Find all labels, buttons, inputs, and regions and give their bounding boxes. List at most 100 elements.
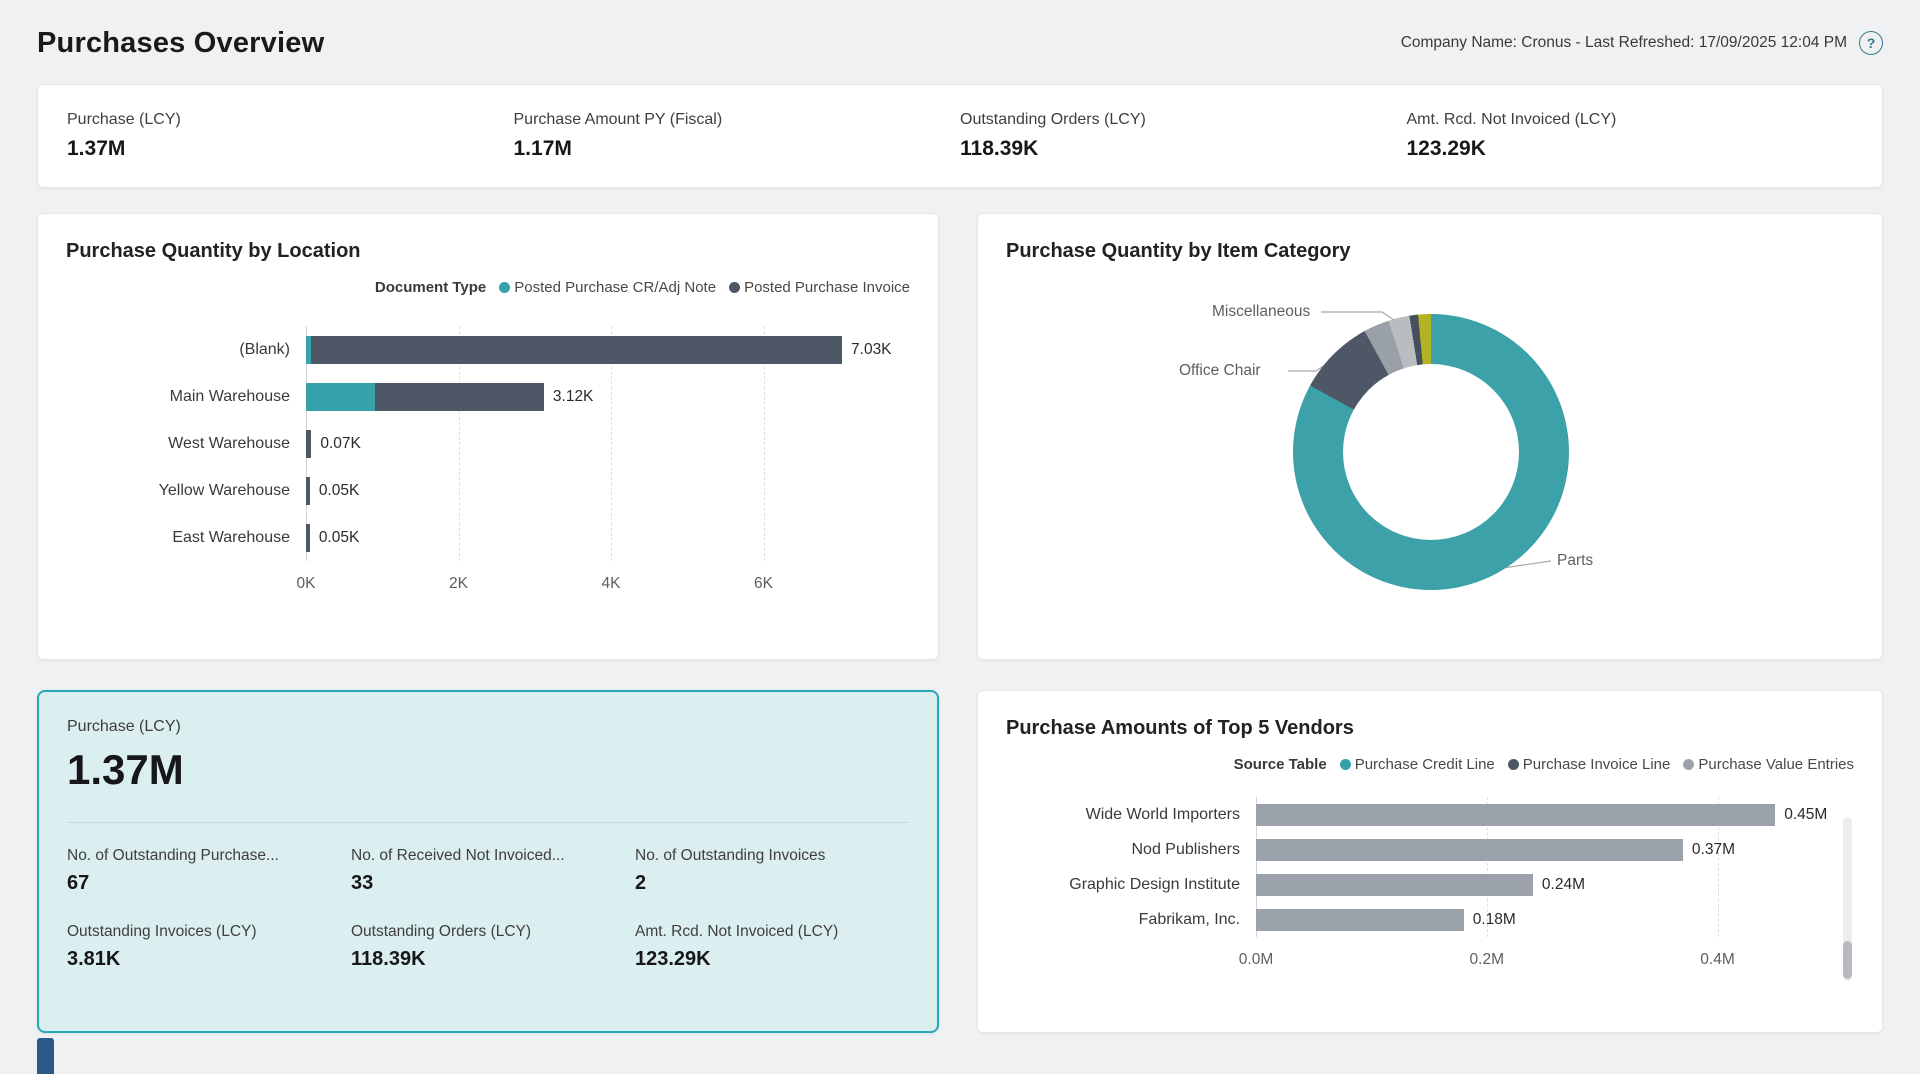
vendors-chart-title: Purchase Amounts of Top 5 Vendors xyxy=(1006,717,1854,740)
bar-segment-invoice[interactable] xyxy=(375,383,544,411)
stat-label: No. of Outstanding Purchase... xyxy=(67,847,337,865)
kpi-outstanding-orders: Outstanding Orders (LCY) 118.39K xyxy=(960,111,1407,161)
legend-item-purchase-value-entries[interactable]: Purchase Value Entries xyxy=(1683,756,1854,773)
donut-label-office-chair: Office Chair xyxy=(1179,362,1261,380)
bar-segment-vendor[interactable] xyxy=(1256,839,1683,861)
kpi-label: Outstanding Orders (LCY) xyxy=(960,111,1407,129)
category-donut-wrap: Miscellaneous Office Chair Parts xyxy=(1006,267,1854,639)
summary-main-value: 1.37M xyxy=(67,746,909,794)
kpi-purchase-amount-py: Purchase Amount PY (Fiscal) 1.17M xyxy=(514,111,961,161)
bar-track: 0.37M xyxy=(1256,839,1735,861)
location-plot-area: (Blank)7.03KMain Warehouse3.12KWest Ware… xyxy=(66,326,910,561)
bar-track: 3.12K xyxy=(306,383,593,411)
summary-main-label: Purchase (LCY) xyxy=(67,718,909,736)
bar-value-label: 0.45M xyxy=(1784,806,1827,824)
donut-hole xyxy=(1343,364,1519,540)
purchases-overview-page: Purchases Overview Company Name: Cronus … xyxy=(0,0,1920,1074)
stat-outstanding-invoices-count: No. of Outstanding Invoices 2 xyxy=(635,847,909,895)
category-label: Yellow Warehouse xyxy=(66,482,306,500)
category-label: (Blank) xyxy=(66,341,306,359)
offscreen-card-fragment xyxy=(37,1038,54,1074)
kpi-summary-card: Purchase (LCY) 1.37M Purchase Amount PY … xyxy=(37,84,1883,188)
category-label: Fabrikam, Inc. xyxy=(1006,911,1256,929)
vendors-plot-area: Wide World Importers0.45MNod Publishers0… xyxy=(1006,797,1854,937)
bar-row: (Blank)7.03K xyxy=(66,326,910,373)
legend-item-purchase-invoice-line[interactable]: Purchase Invoice Line xyxy=(1508,756,1671,773)
bar-value-label: 3.12K xyxy=(553,388,594,406)
kpi-purchase-lcy: Purchase (LCY) 1.37M xyxy=(67,111,514,161)
bar-segment-cr-adj-note[interactable] xyxy=(306,383,375,411)
legend-title: Source Table xyxy=(1234,756,1327,773)
bar-value-label: 0.07K xyxy=(320,435,361,453)
stat-outstanding-purchase-orders: No. of Outstanding Purchase... 67 xyxy=(67,847,351,895)
stat-outstanding-invoices-lcy: Outstanding Invoices (LCY) 3.81K xyxy=(67,923,351,971)
kpi-value: 118.39K xyxy=(960,137,1407,161)
legend-dot-icon xyxy=(1683,759,1694,770)
donut-label-parts: Parts xyxy=(1557,552,1593,570)
vendors-scrollbar[interactable] xyxy=(1843,817,1852,981)
location-legend: Document Type Posted Purchase CR/Adj Not… xyxy=(66,279,910,296)
help-icon[interactable]: ? xyxy=(1859,31,1883,55)
bar-segment-invoice[interactable] xyxy=(311,336,842,364)
purchase-summary-card[interactable]: Purchase (LCY) 1.37M No. of Outstanding … xyxy=(37,690,939,1033)
bar-track: 0.05K xyxy=(306,524,359,552)
bar-row: Main Warehouse3.12K xyxy=(66,373,910,420)
stat-label: No. of Outstanding Invoices xyxy=(635,847,905,865)
location-chart: (Blank)7.03KMain Warehouse3.12KWest Ware… xyxy=(66,326,910,597)
legend-title: Document Type xyxy=(375,279,486,296)
legend-label: Posted Purchase Invoice xyxy=(744,279,910,296)
vendors-chart: Wide World Importers0.45MNod Publishers0… xyxy=(1006,797,1854,973)
legend-item-cr-adj-note[interactable]: Posted Purchase CR/Adj Note xyxy=(499,279,716,296)
kpi-label: Purchase Amount PY (Fiscal) xyxy=(514,111,961,129)
vendors-rows: Wide World Importers0.45MNod Publishers0… xyxy=(1006,797,1854,937)
location-x-axis: 0K2K4K6K xyxy=(306,561,916,597)
dashboard-grid: Purchase Quantity by Location Document T… xyxy=(37,213,1883,1033)
bar-track: 0.18M xyxy=(1256,909,1516,931)
bar-segment-invoice[interactable] xyxy=(306,524,310,552)
category-label: Nod Publishers xyxy=(1006,841,1256,859)
bar-row: Fabrikam, Inc. 0.18M xyxy=(1006,902,1854,937)
vendors-legend: Source Table Purchase Credit Line Purcha… xyxy=(1006,756,1854,773)
category-chart-title: Purchase Quantity by Item Category xyxy=(1006,240,1854,263)
bar-value-label: 0.24M xyxy=(1542,876,1585,894)
bar-segment-invoice[interactable] xyxy=(306,477,310,505)
axis-tick-label: 2K xyxy=(449,575,468,593)
location-chart-card: Purchase Quantity by Location Document T… xyxy=(37,213,939,660)
axis-tick-label: 0.2M xyxy=(1470,951,1504,969)
vendors-chart-card: Purchase Amounts of Top 5 Vendors Source… xyxy=(977,690,1883,1033)
donut-label-miscellaneous: Miscellaneous xyxy=(1212,303,1310,321)
bar-value-label: 0.18M xyxy=(1473,911,1516,929)
bar-row: Wide World Importers0.45M xyxy=(1006,797,1854,832)
stat-received-not-invoiced: No. of Received Not Invoiced... 33 xyxy=(351,847,635,895)
legend-item-purchase-credit-line[interactable]: Purchase Credit Line xyxy=(1340,756,1495,773)
page-title: Purchases Overview xyxy=(37,27,324,60)
stat-label: Outstanding Invoices (LCY) xyxy=(67,923,337,941)
category-chart-card: Purchase Quantity by Item Category Misce… xyxy=(977,213,1883,660)
kpi-amt-rcd-not-invoiced: Amt. Rcd. Not Invoiced (LCY) 123.29K xyxy=(1407,111,1854,161)
legend-label: Purchase Value Entries xyxy=(1698,756,1854,773)
bar-row: West Warehouse0.07K xyxy=(66,420,910,467)
kpi-label: Purchase (LCY) xyxy=(67,111,514,129)
vendors-scrollbar-thumb[interactable] xyxy=(1843,941,1852,979)
stat-amt-rcd-not-invoiced-lcy: Amt. Rcd. Not Invoiced (LCY) 123.29K xyxy=(635,923,909,971)
bar-segment-vendor[interactable] xyxy=(1256,874,1533,896)
stat-label: Outstanding Orders (LCY) xyxy=(351,923,621,941)
stat-value: 33 xyxy=(351,872,635,895)
bar-value-label: 0.05K xyxy=(319,482,360,500)
bar-value-label: 0.05K xyxy=(319,529,360,547)
top-bar: Purchases Overview Company Name: Cronus … xyxy=(37,20,1883,66)
company-refresh-info: Company Name: Cronus - Last Refreshed: 1… xyxy=(1401,34,1847,52)
legend-dot-icon xyxy=(1508,759,1519,770)
bar-row: Yellow Warehouse 0.05K xyxy=(66,467,910,514)
location-rows: (Blank)7.03KMain Warehouse3.12KWest Ware… xyxy=(66,326,910,561)
axis-tick-label: 6K xyxy=(754,575,773,593)
kpi-value: 123.29K xyxy=(1407,137,1854,161)
bar-segment-vendor[interactable] xyxy=(1256,804,1775,826)
summary-stats-grid: No. of Outstanding Purchase... 67 No. of… xyxy=(67,822,909,971)
bar-segment-vendor[interactable] xyxy=(1256,909,1464,931)
legend-item-invoice[interactable]: Posted Purchase Invoice xyxy=(729,279,910,296)
legend-dot-icon xyxy=(729,282,740,293)
bar-track: 7.03K xyxy=(306,336,892,364)
bar-segment-invoice[interactable] xyxy=(306,430,311,458)
stat-value: 2 xyxy=(635,872,909,895)
